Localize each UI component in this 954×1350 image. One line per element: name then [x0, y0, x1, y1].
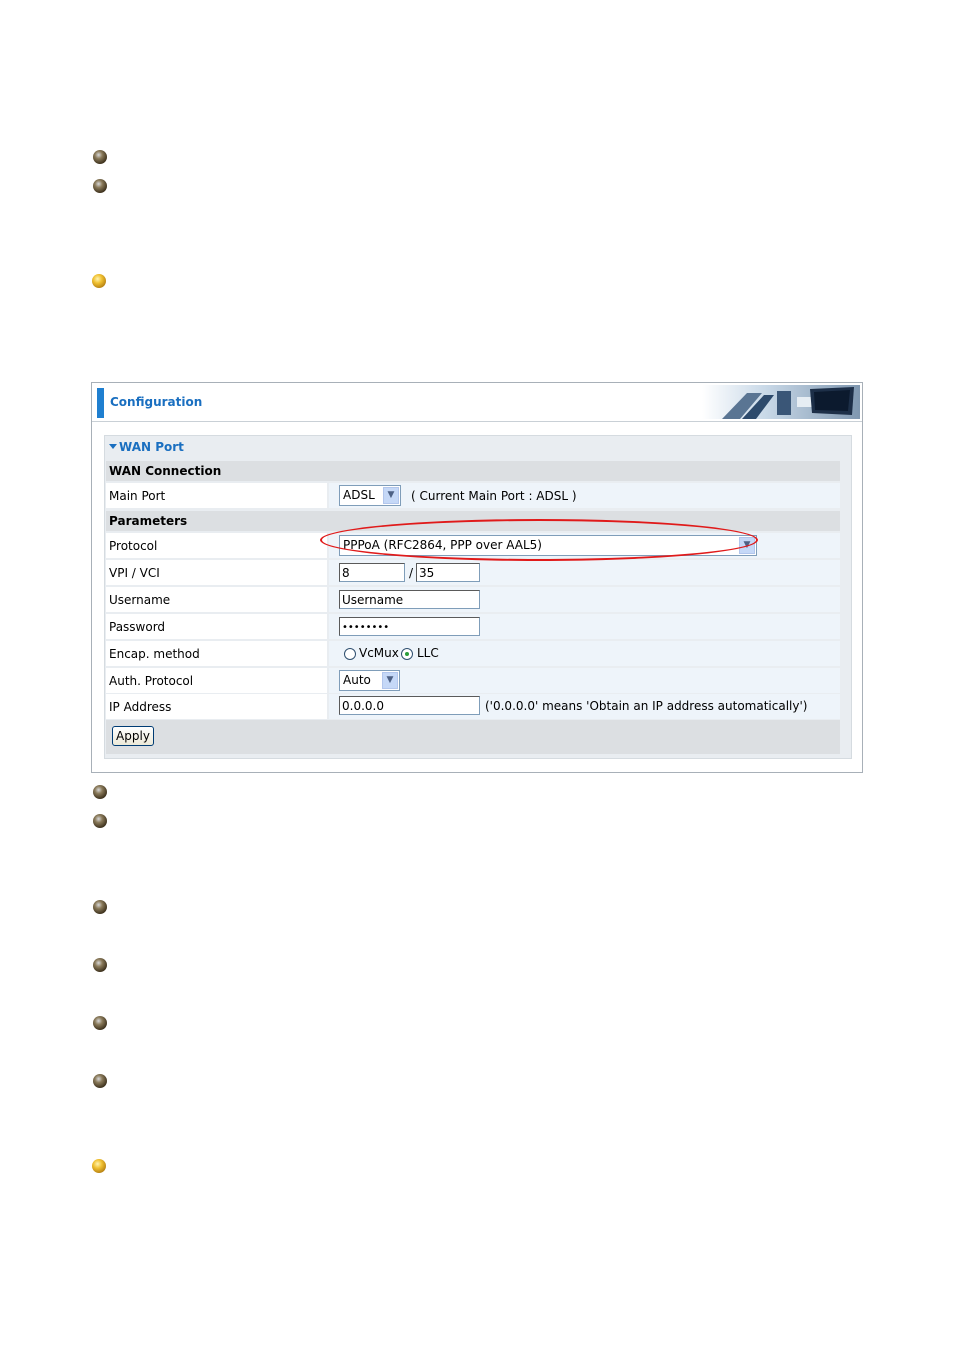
apply-button[interactable]: Apply — [112, 726, 154, 746]
main-port-row: Main Port ADSL ▼ ( Current Main Port : A… — [106, 483, 840, 508]
ip-address-row: IP Address 0.0.0.0 ('0.0.0.0' means 'Obt… — [106, 694, 840, 719]
bullet-icon — [93, 179, 107, 193]
main-port-label-cell: Main Port — [106, 483, 327, 508]
encap-method-label: Encap. method — [109, 647, 200, 661]
chevron-down-icon[interactable]: ▼ — [383, 487, 399, 504]
auth-protocol-value-cell: Auto ▼ — [329, 668, 840, 693]
protocol-select[interactable]: PPPoA (RFC2864, PPP over AAL5) ▼ — [339, 535, 757, 556]
vpi-vci-label: VPI / VCI — [109, 566, 160, 580]
ip-address-label: IP Address — [109, 700, 172, 714]
bullet-icon — [93, 1016, 107, 1030]
bullet-icon — [93, 814, 107, 828]
main-port-select-value: ADSL — [343, 488, 375, 502]
note-icon — [92, 1159, 106, 1173]
bullet-icon — [93, 900, 107, 914]
encap-method-value-cell: VcMux LLC — [329, 641, 840, 666]
auth-protocol-label: Auth. Protocol — [109, 674, 194, 688]
auth-protocol-select-value: Auto — [343, 673, 371, 687]
bullet-icon — [93, 150, 107, 164]
encap-method-row: Encap. method VcMux LLC — [106, 641, 840, 666]
main-port-value-cell: ADSL ▼ ( Current Main Port : ADSL ) — [329, 483, 840, 508]
main-port-select[interactable]: ADSL ▼ — [339, 485, 401, 506]
header-accent-bar — [97, 388, 104, 418]
protocol-label-cell: Protocol — [106, 533, 327, 558]
username-label: Username — [109, 593, 171, 607]
wan-connection-header-label: WAN Connection — [109, 464, 222, 478]
protocol-select-value: PPPoA (RFC2864, PPP over AAL5) — [343, 538, 542, 552]
wan-port-toggle[interactable]: WAN Port — [109, 440, 184, 454]
vpi-input[interactable]: 8 — [339, 563, 405, 582]
protocol-label: Protocol — [109, 539, 158, 553]
password-value-cell: •••••••• — [329, 614, 840, 639]
collapse-triangle-icon — [109, 444, 117, 449]
vpi-vci-separator: / — [409, 566, 414, 580]
vcmux-radio[interactable] — [344, 648, 356, 660]
protocol-value-cell: PPPoA (RFC2864, PPP over AAL5) ▼ — [329, 533, 840, 558]
header-office-image — [702, 385, 860, 419]
wan-connection-header: WAN Connection — [106, 461, 840, 481]
parameters-header: Parameters — [106, 511, 840, 531]
note-icon — [92, 274, 106, 288]
auth-protocol-label-cell: Auth. Protocol — [106, 668, 327, 693]
password-input[interactable]: •••••••• — [339, 617, 480, 636]
vpi-vci-value-cell: 8 / 35 — [329, 560, 840, 585]
password-label-cell: Password — [106, 614, 327, 639]
password-row: Password •••••••• — [106, 614, 840, 639]
protocol-row: Protocol PPPoA (RFC2864, PPP over AAL5) … — [106, 533, 840, 558]
auth-protocol-select[interactable]: Auto ▼ — [339, 670, 400, 691]
configuration-title: Configuration — [110, 395, 203, 409]
wan-port-title: WAN Port — [119, 440, 184, 454]
username-value-cell: Username — [329, 587, 840, 612]
chevron-down-icon[interactable]: ▼ — [382, 672, 398, 689]
chevron-down-icon[interactable]: ▼ — [739, 537, 755, 554]
ip-address-note: ('0.0.0.0' means 'Obtain an IP address a… — [485, 699, 808, 713]
ip-address-input[interactable]: 0.0.0.0 — [339, 696, 480, 715]
ip-address-label-cell: IP Address — [106, 694, 327, 719]
encap-method-label-cell: Encap. method — [106, 641, 327, 666]
parameters-header-label: Parameters — [109, 514, 188, 528]
ip-address-value-cell: 0.0.0.0 ('0.0.0.0' means 'Obtain an IP a… — [329, 694, 840, 719]
username-input[interactable]: Username — [339, 590, 480, 609]
password-label: Password — [109, 620, 166, 634]
bullet-icon — [93, 1074, 107, 1088]
llc-radio[interactable] — [401, 648, 413, 660]
vpi-vci-label-cell: VPI / VCI — [106, 560, 327, 585]
vcmux-label: VcMux — [359, 646, 399, 660]
main-port-label: Main Port — [109, 489, 166, 503]
bullet-icon — [93, 958, 107, 972]
configuration-header: Configuration — [92, 383, 862, 422]
username-label-cell: Username — [106, 587, 327, 612]
configuration-panel: Configuration WAN Port WAN Connection Ma… — [91, 382, 863, 773]
current-main-port-note: ( Current Main Port : ADSL ) — [411, 489, 577, 503]
username-row: Username Username — [106, 587, 840, 612]
apply-row: Apply — [106, 720, 840, 754]
llc-label: LLC — [417, 646, 439, 660]
vpi-vci-row: VPI / VCI 8 / 35 — [106, 560, 840, 585]
auth-protocol-row: Auth. Protocol Auto ▼ — [106, 668, 840, 693]
vci-input[interactable]: 35 — [416, 563, 480, 582]
bullet-icon — [93, 785, 107, 799]
